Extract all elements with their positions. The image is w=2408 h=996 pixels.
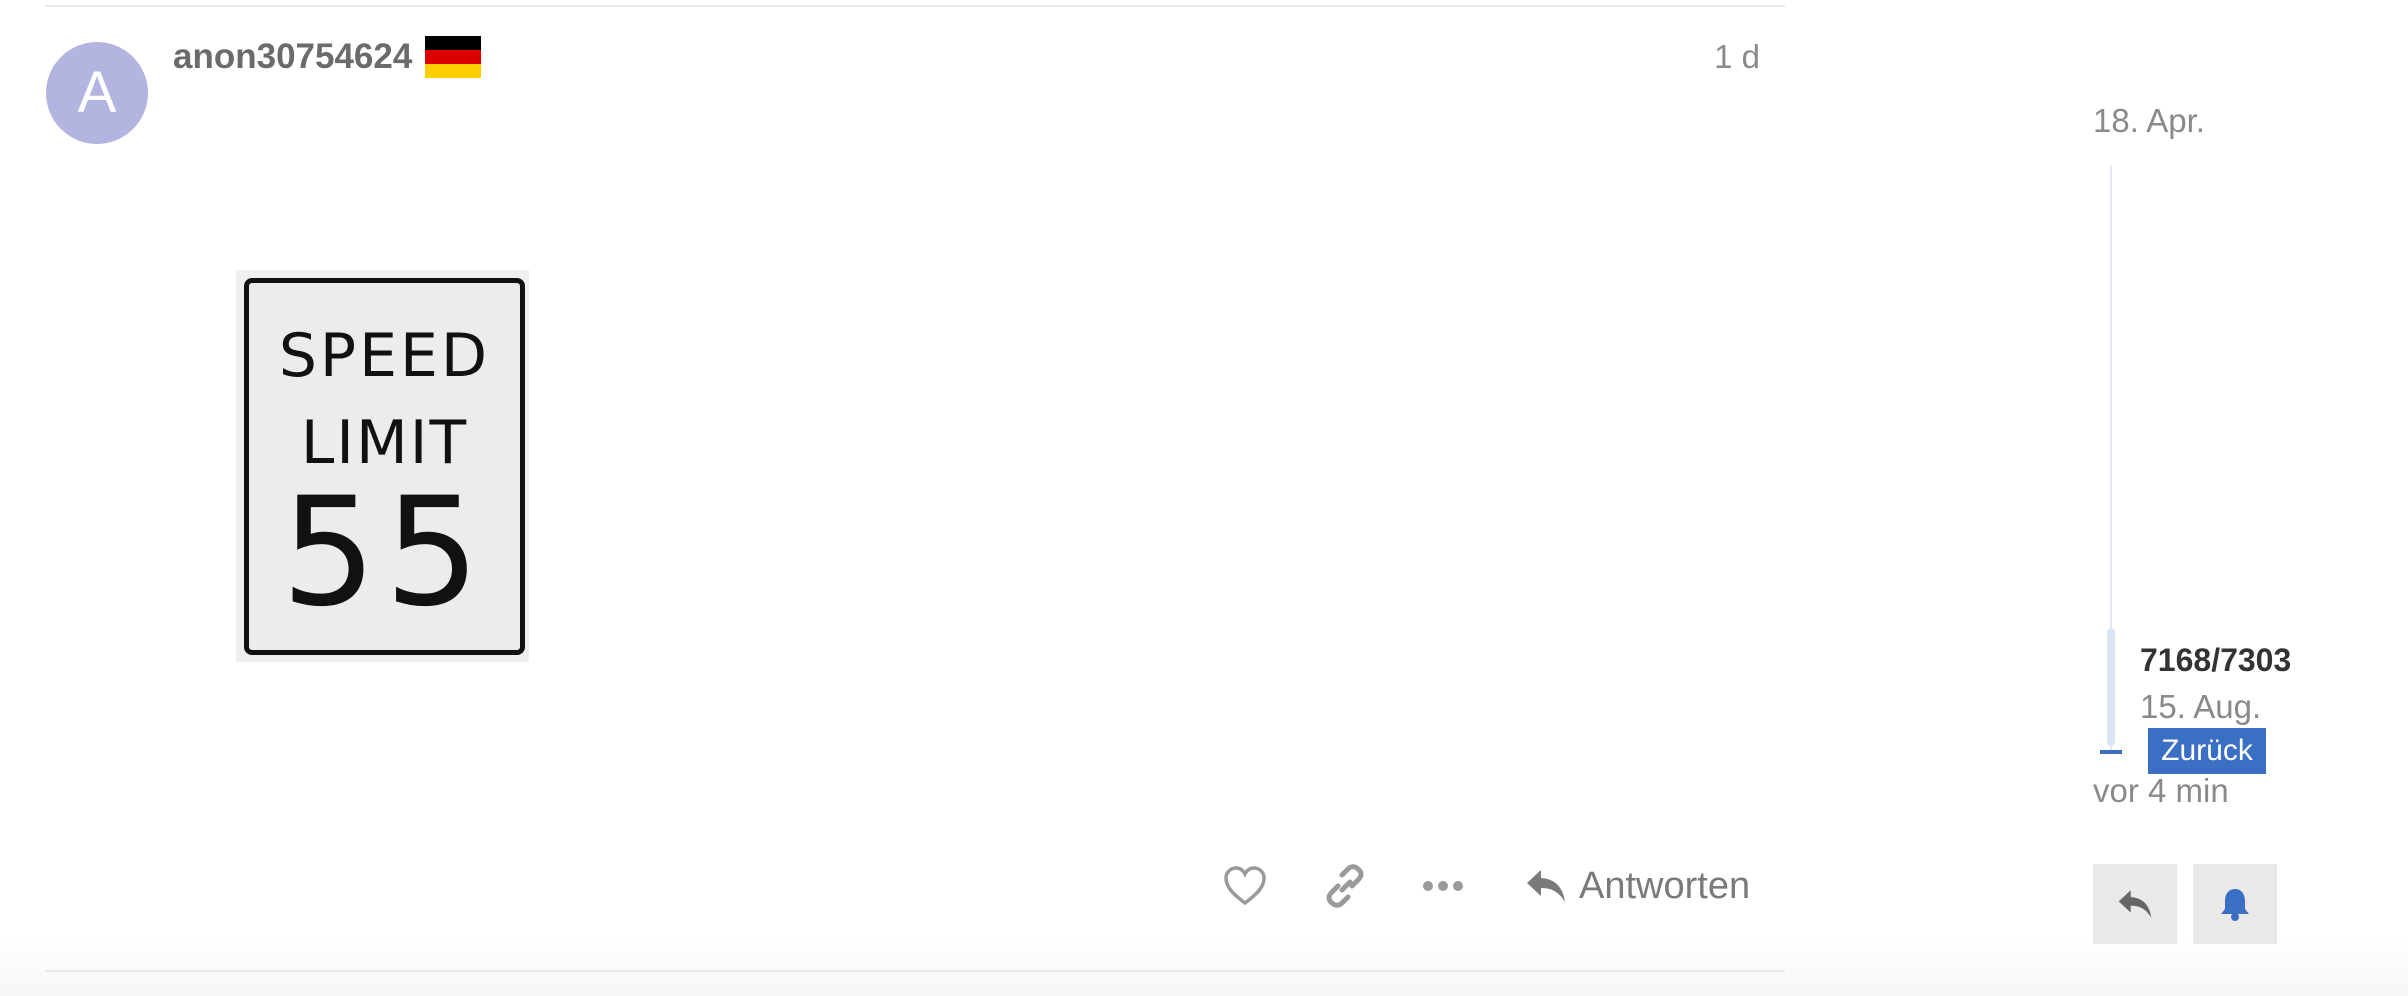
timeline-scroll-handle[interactable]	[2107, 628, 2115, 746]
topic-reply-button[interactable]	[2093, 864, 2177, 944]
more-icon	[1423, 881, 1463, 891]
speed-limit-sign: SPEED LIMIT 55	[244, 278, 525, 655]
sign-line-speed: SPEED	[278, 321, 491, 391]
timeline-last-read-marker	[2100, 750, 2122, 754]
notifications-button[interactable]	[2193, 864, 2277, 944]
reply-icon	[2118, 890, 2152, 918]
reply-button[interactable]: Antworten	[1525, 860, 1750, 912]
post-bottom-divider	[45, 970, 1785, 972]
post-date[interactable]: 1 d	[1714, 38, 1760, 76]
sign-line-number: 55	[281, 466, 488, 640]
reply-button-label: Antworten	[1579, 864, 1751, 907]
post-top-divider	[45, 5, 1785, 7]
post-username[interactable]: anon30754624	[173, 37, 412, 77]
timeline-last-activity[interactable]: vor 4 min	[2093, 772, 2229, 810]
timeline-start-date[interactable]: 18. Apr.	[2093, 102, 2205, 140]
timeline-current-date: 15. Aug.	[2140, 688, 2262, 725]
bell-icon	[2221, 889, 2249, 921]
heart-icon	[1224, 866, 1266, 906]
timeline-position: 7168/7303	[2140, 642, 2292, 678]
timeline-back-button[interactable]: Zurück	[2148, 728, 2266, 774]
reply-icon	[1527, 870, 1565, 902]
avatar-letter: A	[77, 60, 117, 125]
flag-germany-icon	[425, 36, 481, 78]
copy-link-button[interactable]	[1319, 862, 1371, 910]
like-button[interactable]	[1219, 862, 1271, 910]
more-actions-button[interactable]	[1417, 862, 1469, 910]
link-icon	[1326, 864, 1364, 908]
post: A anon30754624 1 d SPEED LIMIT 55 Antwor…	[0, 0, 1790, 975]
avatar[interactable]: A	[46, 42, 148, 144]
post-image[interactable]: SPEED LIMIT 55	[236, 270, 529, 662]
